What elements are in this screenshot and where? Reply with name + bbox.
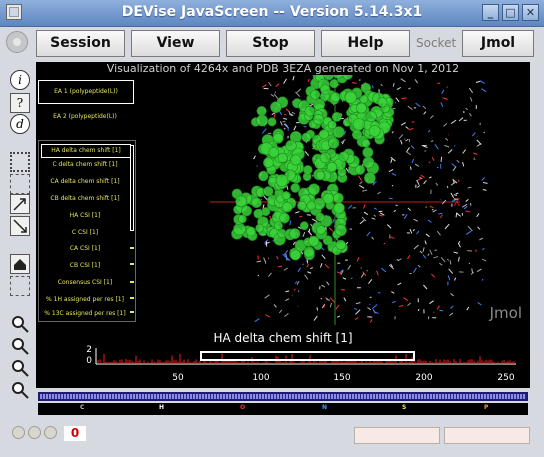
status-field-1	[354, 427, 440, 444]
legend-oxygen: O	[240, 404, 246, 411]
data-view-list: HA delta chem shift [1] C delta chem shi…	[38, 140, 136, 322]
window-title: DEVise JavaScreen -- Version 5.14.3x1	[121, 4, 423, 20]
help-button[interactable]: Help	[321, 30, 410, 57]
x-tick-label: 50	[172, 373, 184, 383]
gear-icon[interactable]	[6, 31, 28, 53]
y-tick-label: 2	[86, 345, 92, 355]
molecule-rendering: X	[210, 75, 488, 325]
error-count: 0	[64, 426, 86, 441]
data-view-item[interactable]: HA CSI [1]	[41, 210, 129, 222]
scroll-marker	[130, 297, 134, 299]
shift-series	[97, 353, 515, 364]
entity-item[interactable]: EA 1 (polypeptide(L))	[38, 80, 134, 104]
data-view-item[interactable]: % 13C assigned per res [1]	[41, 308, 129, 320]
axis-marker: X	[453, 196, 461, 209]
data-view-item[interactable]: C delta chem shift [1]	[41, 159, 129, 171]
data-view-item[interactable]: % 1H assigned per res [1]	[41, 294, 129, 306]
zoom-box-icon[interactable]	[10, 174, 30, 194]
jmol-watermark: Jmol	[489, 304, 522, 322]
help-icon[interactable]: ?	[10, 93, 30, 113]
select-mode-icon[interactable]	[10, 152, 30, 172]
entity-item[interactable]: EA 2 (polypeptide(L))	[38, 106, 132, 128]
detail-icon[interactable]: d	[10, 114, 30, 134]
data-view-item[interactable]: CA CSI [1]	[41, 243, 129, 255]
entity-list: EA 1 (polypeptide(L)) EA 2 (polypeptide(…	[38, 78, 136, 134]
scroll-marker	[130, 263, 134, 265]
magnifier-icon	[12, 382, 29, 399]
residue-strip[interactable]	[38, 392, 528, 401]
scroll-marker	[130, 281, 134, 283]
chem-shift-panel: HA delta chem shift [1] 2 0 50 100 150 2…	[36, 326, 530, 388]
magnifier-icon	[12, 316, 29, 333]
status-field-2	[444, 427, 530, 444]
molecule-viewer[interactable]: X Jmol	[140, 75, 530, 325]
jmol-button[interactable]: Jmol	[462, 30, 534, 57]
legend-sulfur: S	[402, 404, 407, 411]
zoom-in-icon[interactable]	[10, 314, 30, 334]
view-button[interactable]: View	[131, 30, 220, 57]
data-view-scrollbar[interactable]	[130, 145, 134, 231]
resize-icon[interactable]	[10, 194, 30, 214]
visualization-header: Visualization of 4264x and PDB 3EZA gene…	[36, 62, 530, 75]
maximize-button[interactable]: □	[502, 4, 519, 21]
status-led-1	[12, 426, 25, 439]
stop-button[interactable]: Stop	[226, 30, 315, 57]
status-led-2	[28, 426, 41, 439]
session-button[interactable]: Session	[36, 30, 125, 57]
data-view-item[interactable]: HA delta chem shift [1]	[41, 144, 131, 158]
legend-nitrogen: N	[322, 404, 328, 411]
data-view-item[interactable]: C CSI [1]	[41, 227, 129, 239]
title-bar: DEVise JavaScreen -- Version 5.14.3x1 _ …	[0, 0, 544, 27]
x-tick-label: 250	[497, 373, 514, 383]
scroll-marker	[130, 311, 134, 313]
zoom-in-x-icon[interactable]	[10, 336, 30, 356]
info-icon[interactable]: i	[10, 70, 30, 90]
data-view-item[interactable]: CA delta chem shift [1]	[41, 176, 129, 188]
data-view-item[interactable]: CB CSI [1]	[41, 260, 129, 272]
cursor-icon	[13, 219, 27, 233]
arrow-diagonal-icon	[13, 198, 26, 211]
plot-title: HA delta chem shift [1]	[213, 331, 352, 345]
status-led-3	[44, 426, 57, 439]
chem-shift-plot: HA delta chem shift [1] 2 0 50 100 150 2…	[86, 331, 516, 383]
y-tick-label: 0	[86, 356, 92, 366]
axis-link-icon[interactable]	[10, 216, 30, 236]
legend-phosphorus: P	[484, 404, 489, 411]
legend-hydrogen: H	[159, 404, 165, 411]
data-view-item[interactable]: Consensus CSI [1]	[41, 277, 129, 289]
selection-window[interactable]	[200, 351, 415, 361]
minimize-button[interactable]: _	[482, 4, 499, 21]
home-icon[interactable]	[10, 254, 30, 274]
data-view-item[interactable]: CB delta chem shift [1]	[41, 193, 129, 205]
house-icon	[14, 259, 26, 270]
grid-select-icon[interactable]	[10, 276, 30, 296]
scroll-marker	[130, 247, 134, 249]
x-tick-label: 150	[333, 373, 350, 383]
zoom-out-x-icon[interactable]	[10, 380, 30, 400]
magnifier-icon	[12, 338, 29, 355]
close-button[interactable]: ✕	[522, 4, 539, 21]
magnifier-icon	[12, 360, 29, 377]
legend-carbon: C	[80, 404, 85, 411]
socket-label: Socket	[416, 36, 457, 50]
x-tick-label: 200	[415, 373, 432, 383]
x-tick-label: 100	[252, 373, 269, 383]
zoom-out-icon[interactable]	[10, 358, 30, 378]
atom-color-legend: C H O N S P	[38, 403, 528, 415]
